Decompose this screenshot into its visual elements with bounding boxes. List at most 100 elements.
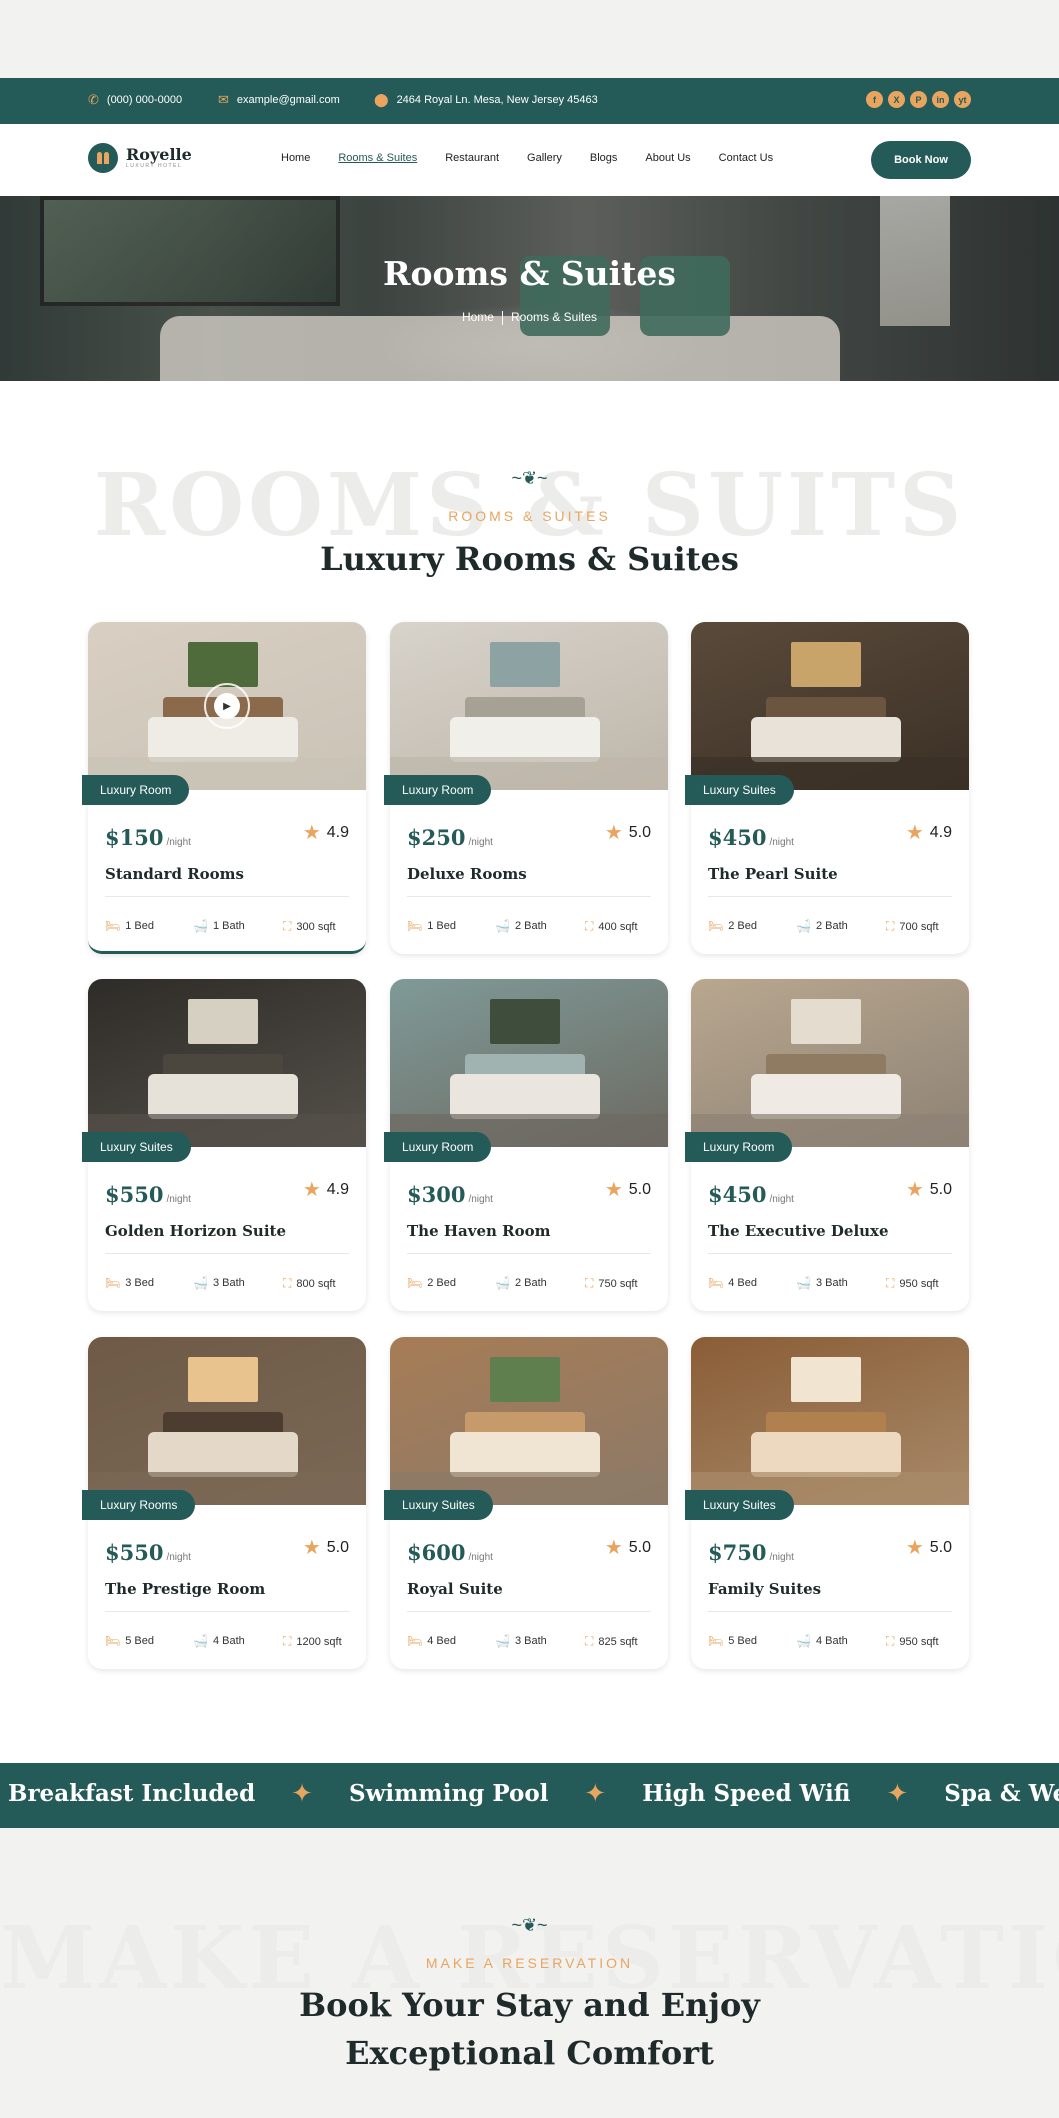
room-bed-text: 4 Bed [728, 1277, 757, 1289]
rating-value: 5.0 [929, 1181, 952, 1198]
room-image-art [490, 999, 560, 1044]
room-area-feature: ⛶ 300 sqft [283, 919, 336, 934]
room-card[interactable]: Luxury Rooms $550/night ★ 5.0 The Prestige R… [82, 1337, 366, 1669]
room-name[interactable]: The Haven Room [407, 1222, 550, 1240]
book-now-button[interactable]: Book Now [871, 141, 971, 179]
area-icon: ⛶ [283, 1276, 292, 1290]
room-bath-text: 4 Bath [212, 1635, 245, 1647]
room-image[interactable] [88, 1337, 366, 1505]
room-image[interactable] [691, 1337, 969, 1505]
room-bed-feature: 🛏 4 Bed [407, 1634, 456, 1648]
room-bath-text: 3 Bath [514, 1635, 547, 1647]
rooms-section-title: Luxury Rooms & Suites [320, 540, 739, 578]
room-bed-text: 1 Bed [125, 920, 154, 932]
price-amount: $550 [105, 1540, 164, 1565]
bed-icon: 🛏 [407, 1276, 423, 1290]
room-name[interactable]: The Prestige Room [105, 1580, 265, 1598]
room-name[interactable]: Standard Rooms [105, 865, 244, 883]
star-icon: ★ [905, 1179, 924, 1201]
nav-rooms-suites[interactable]: Rooms & Suites [338, 152, 417, 164]
email-info[interactable]: ✉ example@gmail.com [218, 93, 340, 106]
bath-icon: 🛁 [193, 1276, 208, 1290]
room-bed-text: 5 Bed [125, 1635, 154, 1647]
room-image-bed [751, 1432, 901, 1477]
sparkle-icon: ✦ [291, 1778, 313, 1808]
room-card[interactable]: Luxury Room $250/night ★ 5.0 Deluxe Rooms 🛏 1 … [384, 622, 668, 954]
room-image-bed [148, 1432, 298, 1477]
price-amount: $250 [407, 825, 466, 850]
social-links: f X P in yt [866, 91, 971, 108]
room-card[interactable]: Luxury Room $300/night ★ 5.0 The Haven Room 🛏… [384, 979, 668, 1311]
price-unit: /night [468, 1552, 493, 1563]
nav-restaurant[interactable]: Restaurant [445, 152, 499, 164]
card-divider [708, 1611, 952, 1612]
room-name[interactable]: Deluxe Rooms [407, 865, 527, 883]
main-navbar: Royelle LUXURY HOTEL Home Rooms & Suites… [0, 124, 1059, 196]
amenity-item: Spa & Wellness [944, 1780, 1059, 1807]
star-icon: ★ [302, 1537, 321, 1559]
room-bed-feature: 🛏 5 Bed [708, 1634, 757, 1648]
x-twitter-icon[interactable]: X [888, 91, 905, 108]
room-bath-text: 4 Bath [815, 1635, 848, 1647]
room-bath-text: 2 Bath [815, 920, 848, 932]
room-bath-text: 2 Bath [514, 1277, 547, 1289]
room-image[interactable] [390, 1337, 668, 1505]
nav-contact-us[interactable]: Contact Us [719, 152, 773, 164]
room-image[interactable]: ▶ [88, 622, 366, 790]
room-name[interactable]: Royal Suite [407, 1580, 503, 1598]
facebook-icon[interactable]: f [866, 91, 883, 108]
room-card[interactable]: ▶ Luxury Room $150/night ★ 4.9 Standard Rooms… [82, 622, 366, 954]
price-unit: /night [468, 837, 493, 848]
rating-value: 4.9 [929, 824, 952, 841]
price-unit: /night [769, 1552, 794, 1563]
phone-icon: ✆ [88, 92, 99, 107]
room-name[interactable]: The Pearl Suite [708, 865, 838, 883]
bath-icon: 🛁 [796, 1276, 811, 1290]
price-unit: /night [468, 1194, 493, 1205]
nav-blogs[interactable]: Blogs [590, 152, 618, 164]
nav-gallery[interactable]: Gallery [527, 152, 562, 164]
room-name[interactable]: Golden Horizon Suite [105, 1222, 286, 1240]
room-image[interactable] [390, 622, 668, 790]
nav-home[interactable]: Home [281, 152, 310, 164]
room-price: $550/night [105, 1182, 191, 1207]
room-image[interactable] [691, 979, 969, 1147]
hero-bed-image [160, 316, 840, 381]
room-rating: ★ 5.0 [605, 823, 651, 843]
brand-logo[interactable]: Royelle LUXURY HOTEL [88, 143, 192, 173]
room-card[interactable]: Luxury Suites $750/night ★ 5.0 Family Suites… [685, 1337, 969, 1669]
card-divider [708, 1253, 952, 1254]
mail-icon: ✉ [218, 92, 229, 107]
price-unit: /night [166, 1552, 191, 1563]
breadcrumb-home[interactable]: Home [462, 310, 494, 324]
room-card[interactable]: Luxury Suites $600/night ★ 5.0 Royal Suite 🛏 4… [384, 1337, 668, 1669]
room-area-text: 400 sqft [598, 920, 638, 933]
room-rating: ★ 4.9 [906, 823, 952, 843]
room-bed-text: 4 Bed [427, 1635, 456, 1647]
area-icon: ⛶ [283, 919, 292, 933]
youtube-icon[interactable]: yt [954, 91, 971, 108]
instagram-icon[interactable]: in [932, 91, 949, 108]
room-image[interactable] [691, 622, 969, 790]
room-image-bed [450, 1074, 600, 1119]
card-divider [105, 896, 349, 897]
area-icon: ⛶ [886, 1276, 895, 1290]
room-card[interactable]: Luxury Suites $450/night ★ 4.9 The Pearl Sui… [685, 622, 969, 954]
area-icon: ⛶ [585, 1634, 594, 1648]
phone-info[interactable]: ✆ (000) 000-0000 [88, 93, 182, 106]
room-card[interactable]: Luxury Suites $550/night ★ 4.9 Golden Horizo… [82, 979, 366, 1311]
play-icon: ▶ [214, 693, 240, 719]
room-image[interactable] [88, 979, 366, 1147]
room-name[interactable]: The Executive Deluxe [708, 1222, 889, 1240]
pinterest-icon[interactable]: P [910, 91, 927, 108]
play-video-button[interactable]: ▶ [204, 683, 250, 729]
room-name[interactable]: Family Suites [708, 1580, 821, 1598]
rating-value: 5.0 [326, 1539, 349, 1556]
room-bed-text: 3 Bed [125, 1277, 154, 1289]
nav-about-us[interactable]: About Us [645, 152, 690, 164]
room-image[interactable] [390, 979, 668, 1147]
room-card[interactable]: Luxury Room $450/night ★ 5.0 The Executive D… [685, 979, 969, 1311]
reservation-eyebrow: MAKE A RESERVATION [425, 1955, 634, 1971]
room-bath-text: 3 Bath [815, 1277, 848, 1289]
bed-icon: 🛏 [407, 1634, 423, 1648]
